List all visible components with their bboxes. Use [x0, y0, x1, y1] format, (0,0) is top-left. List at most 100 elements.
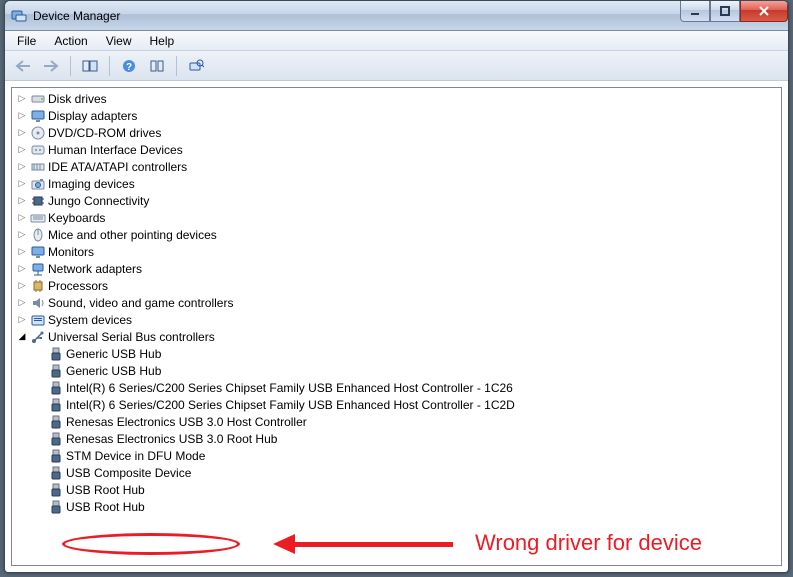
category-usb[interactable]: ◢ Universal Serial Bus controllers [14, 328, 779, 345]
expand-icon[interactable]: ▷ [16, 178, 28, 190]
content-area: ▷Disk drives▷Display adapters▷DVD/CD-ROM… [5, 81, 788, 572]
category-imaging[interactable]: ▷Imaging devices [14, 175, 779, 192]
device-manager-window: Device Manager File Action View Help ? [4, 0, 789, 573]
device-tree[interactable]: ▷Disk drives▷Display adapters▷DVD/CD-ROM… [14, 90, 779, 515]
device-label: USB Root Hub [66, 483, 145, 497]
expand-icon[interactable]: ▷ [16, 297, 28, 309]
device-label: Intel(R) 6 Series/C200 Series Chipset Fa… [66, 398, 515, 412]
usb-device-item[interactable]: Renesas Electronics USB 3.0 Root Hub [32, 430, 779, 447]
processors-icon [30, 278, 46, 294]
category-label: Monitors [48, 245, 94, 259]
sound-icon [30, 295, 46, 311]
category-mice[interactable]: ▷Mice and other pointing devices [14, 226, 779, 243]
back-button[interactable] [11, 54, 35, 78]
category-processors[interactable]: ▷ Processors [14, 277, 779, 294]
scan-hardware-button[interactable] [184, 54, 208, 78]
menu-help[interactable]: Help [142, 32, 183, 50]
leaf-spacer [34, 348, 46, 360]
ide-atapi-icon [30, 159, 46, 175]
expand-icon[interactable]: ▷ [16, 314, 28, 326]
help-button[interactable]: ? [117, 54, 141, 78]
category-sound[interactable]: ▷ Sound, video and game controllers [14, 294, 779, 311]
disk-drives-icon [30, 91, 46, 107]
expand-icon[interactable]: ▷ [16, 93, 28, 105]
display-adapters-icon [30, 108, 46, 124]
device-tree-scroll[interactable]: ▷Disk drives▷Display adapters▷DVD/CD-ROM… [12, 88, 781, 565]
category-jungo[interactable]: ▷Jungo Connectivity [14, 192, 779, 209]
expand-icon[interactable]: ▷ [16, 212, 28, 224]
expand-icon[interactable]: ▷ [16, 263, 28, 275]
category-disk-drives[interactable]: ▷ Disk drives [14, 90, 779, 107]
category-label: System devices [48, 313, 132, 327]
show-hide-tree-button[interactable] [78, 54, 102, 78]
network-icon [30, 261, 46, 277]
category-label: Human Interface Devices [48, 143, 183, 157]
category-network[interactable]: ▷Network adapters [14, 260, 779, 277]
leaf-spacer [34, 399, 46, 411]
toolbar-separator [109, 56, 110, 76]
jungo-icon [30, 193, 46, 209]
expand-icon[interactable]: ▷ [16, 144, 28, 156]
usb-device-icon [48, 431, 64, 447]
category-label: Sound, video and game controllers [48, 296, 233, 310]
usb-device-item[interactable]: USB Root Hub [32, 481, 779, 498]
category-label: IDE ATA/ATAPI controllers [48, 160, 187, 174]
expand-icon[interactable]: ▷ [16, 127, 28, 139]
device-label: STM Device in DFU Mode [66, 449, 205, 463]
hid-icon [30, 142, 46, 158]
mice-icon [30, 227, 46, 243]
minimize-button[interactable] [680, 1, 710, 22]
expand-icon[interactable]: ▷ [16, 246, 28, 258]
close-button[interactable] [740, 1, 788, 22]
device-label: Generic USB Hub [66, 364, 161, 378]
menubar: File Action View Help [5, 31, 788, 51]
properties-button[interactable] [145, 54, 169, 78]
forward-button[interactable] [39, 54, 63, 78]
category-label: Universal Serial Bus controllers [48, 330, 215, 344]
category-system[interactable]: ▷ System devices [14, 311, 779, 328]
expand-icon[interactable]: ▷ [16, 110, 28, 122]
expand-icon[interactable]: ▷ [16, 280, 28, 292]
device-label: Generic USB Hub [66, 347, 161, 361]
usb-device-item[interactable]: Renesas Electronics USB 3.0 Host Control… [32, 413, 779, 430]
category-label: DVD/CD-ROM drives [48, 126, 161, 140]
usb-device-item[interactable]: Generic USB Hub [32, 362, 779, 379]
titlebar[interactable]: Device Manager [5, 1, 788, 31]
menu-action[interactable]: Action [46, 32, 95, 50]
expand-icon[interactable]: ▷ [16, 195, 28, 207]
usb-device-icon [48, 414, 64, 430]
leaf-spacer [34, 450, 46, 462]
category-hid[interactable]: ▷ Human Interface Devices [14, 141, 779, 158]
collapse-icon[interactable]: ◢ [16, 331, 28, 343]
usb-device-icon [48, 482, 64, 498]
category-keyboards[interactable]: ▷ Keyboards [14, 209, 779, 226]
usb-device-item[interactable]: Intel(R) 6 Series/C200 Series Chipset Fa… [32, 379, 779, 396]
category-dvd-cdrom[interactable]: ▷ DVD/CD-ROM drives [14, 124, 779, 141]
category-monitors[interactable]: ▷ Monitors [14, 243, 779, 260]
category-label: Disk drives [48, 92, 107, 106]
usb-device-item[interactable]: STM Device in DFU Mode [32, 447, 779, 464]
device-tree-pane: ▷Disk drives▷Display adapters▷DVD/CD-ROM… [11, 87, 782, 566]
toolbar-separator [70, 56, 71, 76]
window-title: Device Manager [33, 9, 120, 23]
usb-device-item[interactable]: Generic USB Hub [32, 345, 779, 362]
maximize-button[interactable] [710, 1, 740, 22]
window-buttons [680, 1, 788, 22]
usb-device-item[interactable]: USB Root Hub [32, 498, 779, 515]
usb-device-icon [48, 346, 64, 362]
expand-icon[interactable]: ▷ [16, 161, 28, 173]
leaf-spacer [34, 416, 46, 428]
category-ide-atapi[interactable]: ▷ IDE ATA/ATAPI controllers [14, 158, 779, 175]
usb-device-item[interactable]: USB Composite Device [32, 464, 779, 481]
usb-device-item[interactable]: Intel(R) 6 Series/C200 Series Chipset Fa… [32, 396, 779, 413]
category-label: Processors [48, 279, 108, 293]
dvd-cdrom-icon [30, 125, 46, 141]
usb-device-icon [48, 397, 64, 413]
category-label: Keyboards [48, 211, 105, 225]
toolbar-separator [176, 56, 177, 76]
menu-view[interactable]: View [98, 32, 140, 50]
usb-device-icon [48, 380, 64, 396]
expand-icon[interactable]: ▷ [16, 229, 28, 241]
menu-file[interactable]: File [9, 32, 44, 50]
category-display-adapters[interactable]: ▷Display adapters [14, 107, 779, 124]
